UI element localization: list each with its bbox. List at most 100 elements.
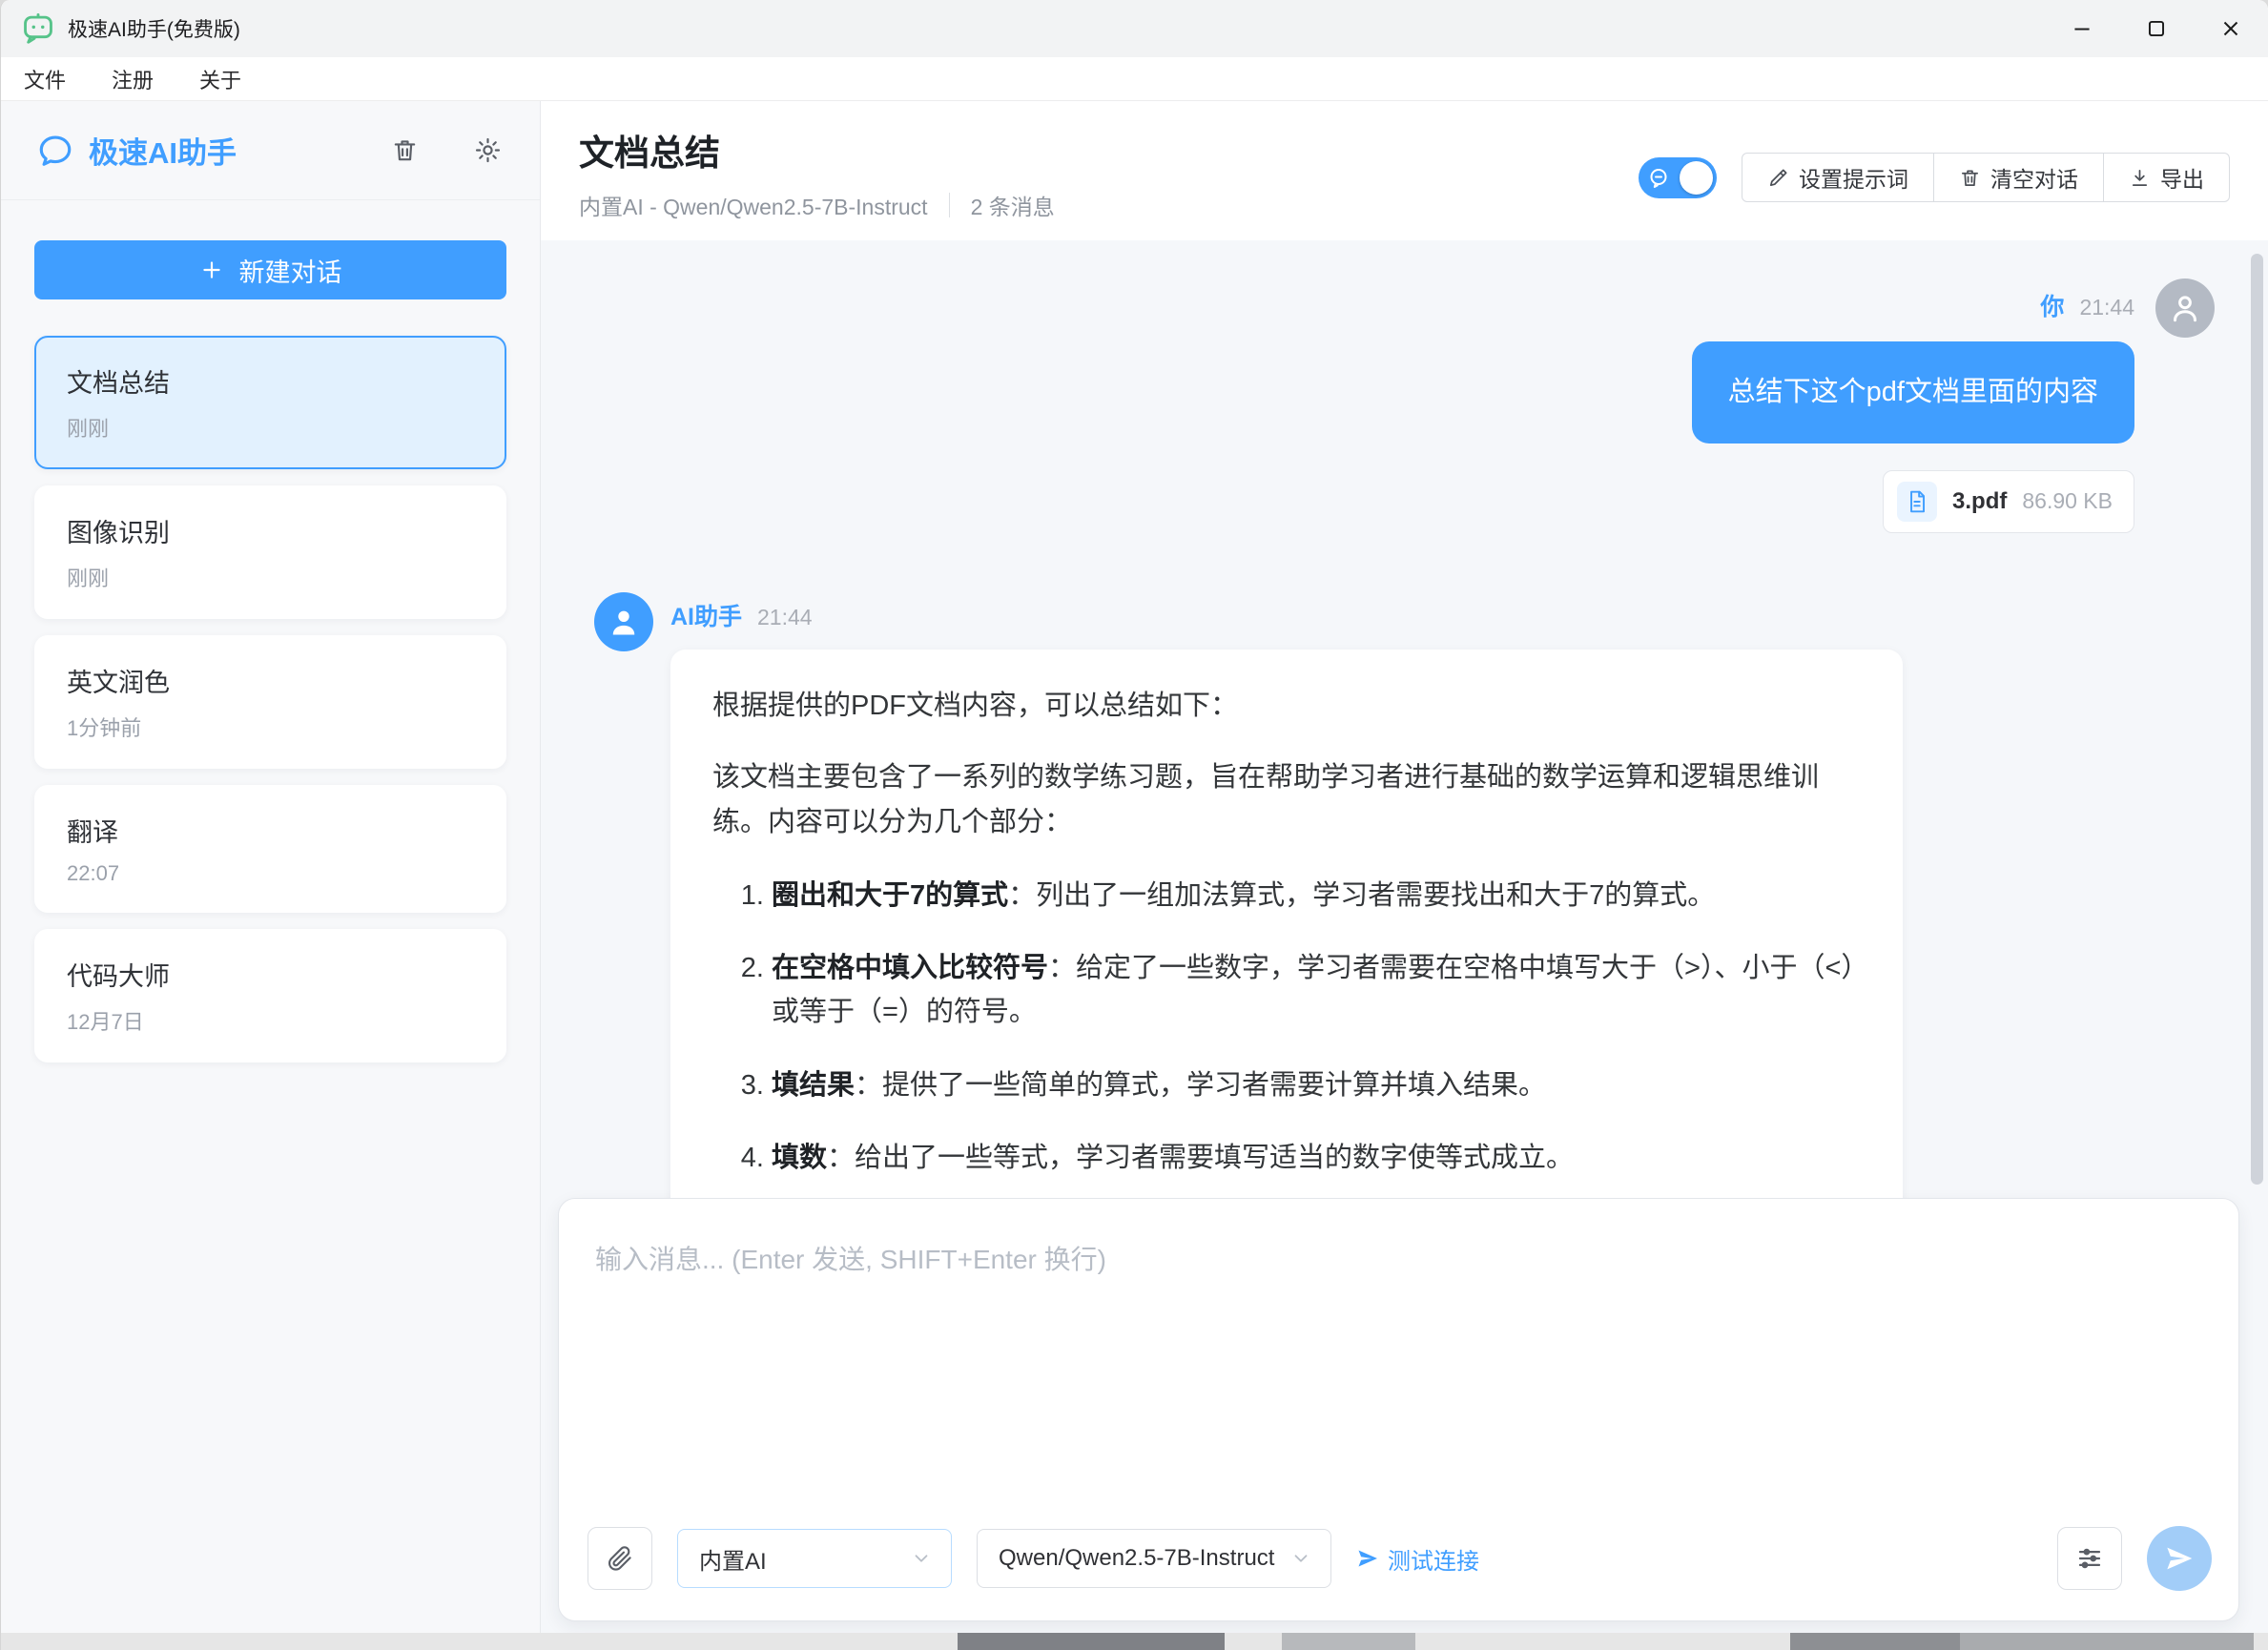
conversation-list: 文档总结 刚刚 图像识别 刚刚 英文润色 1分钟前 翻译 22:07 代码大师 xyxy=(34,336,506,1062)
attachment-icon-box xyxy=(1897,482,1937,522)
menu-register[interactable]: 注册 xyxy=(112,64,154,94)
ai-message-bubble: 根据提供的PDF文档内容，可以总结如下： 该文档主要包含了一系列的数学练习题，旨… xyxy=(670,650,1903,1198)
list-item-label: 填结果 xyxy=(772,1070,855,1101)
conversation-title: 英文润色 xyxy=(67,662,474,699)
provider-value: 内置AI xyxy=(699,1542,767,1576)
list-item-label: 在空格中填入比较符号 xyxy=(772,953,1048,983)
chat-scrollbar[interactable] xyxy=(2251,254,2263,1185)
taskbar-segment xyxy=(1282,1633,1415,1650)
window-title: 极速AI助手(免费版) xyxy=(68,14,240,43)
conversation-title: 代码大师 xyxy=(67,956,474,993)
window-controls xyxy=(2045,0,2268,57)
person-icon xyxy=(607,605,641,639)
ai-avatar xyxy=(594,592,653,651)
send-button[interactable] xyxy=(2147,1526,2212,1591)
conversation-item-image-recognition[interactable]: 图像识别 刚刚 xyxy=(34,485,506,619)
export-label: 导出 xyxy=(2160,161,2204,194)
list-item: 圈出和大于7的算式：列出了一组加法算式，学习者需要找出和大于7的算式。 xyxy=(772,874,1861,918)
taskbar-segment xyxy=(1790,1633,1960,1650)
paperclip-icon xyxy=(606,1544,634,1573)
chat-bubble-logo-icon xyxy=(37,133,73,169)
ai-paragraph-1: 根据提供的PDF文档内容，可以总结如下： xyxy=(712,684,1861,729)
header-actions: 设置提示词 清空对话 导出 xyxy=(1639,153,2230,202)
list-item-text: ：给出了一些等式，学习者需要填写适当的数字使等式成立。 xyxy=(827,1143,1574,1173)
model-value: Qwen/Qwen2.5-7B-Instruct xyxy=(999,1545,1274,1572)
set-prompt-button[interactable]: 设置提示词 xyxy=(1742,153,1934,202)
export-button[interactable]: 导出 xyxy=(2104,153,2230,202)
minimize-icon xyxy=(2070,16,2094,41)
attach-file-button[interactable] xyxy=(588,1527,652,1590)
clear-chat-button[interactable]: 清空对话 xyxy=(1934,153,2104,202)
ai-message: AI助手 21:44 根据提供的PDF文档内容，可以总结如下： 该文档主要包含了… xyxy=(594,592,2215,1198)
ai-paragraph-2: 该文档主要包含了一系列的数学练习题，旨在帮助学习者进行基础的数学运算和逻辑思维训… xyxy=(712,755,1861,845)
menubar: 文件 注册 关于 xyxy=(1,57,2268,101)
conversation-time: 22:07 xyxy=(67,861,474,886)
pencil-icon xyxy=(1767,167,1789,189)
taskbar-segment xyxy=(958,1633,1225,1650)
download-icon xyxy=(2129,167,2151,189)
attachment-chip[interactable]: 3.pdf 86.90 KB xyxy=(1883,470,2134,533)
chat-header: 文档总结 内置AI - Qwen/Qwen2.5-7B-Instruct 2 条… xyxy=(541,101,2268,240)
menu-file[interactable]: 文件 xyxy=(24,64,66,94)
list-item: 在空格中填入比较符号：给定了一些数字，学习者需要在空格中填写大于（>）、小于（<… xyxy=(772,946,1861,1035)
provider-select[interactable]: 内置AI xyxy=(677,1529,952,1588)
conversation-time: 刚刚 xyxy=(67,412,474,443)
person-icon xyxy=(2168,291,2202,325)
conversation-item-english-polish[interactable]: 英文润色 1分钟前 xyxy=(34,635,506,769)
ai-message-meta: AI助手 21:44 xyxy=(670,598,813,632)
list-item-label: 填数 xyxy=(772,1143,827,1173)
user-message-meta: 你 21:44 xyxy=(2040,288,2134,322)
subtitle-divider xyxy=(949,193,950,217)
new-chat-label: 新建对话 xyxy=(239,252,342,289)
message-input[interactable] xyxy=(559,1199,2238,1521)
conversation-title: 图像识别 xyxy=(67,512,474,549)
list-item: 填数：给出了一些等式，学习者需要填写适当的数字使等式成立。 xyxy=(772,1136,1861,1180)
conversation-item-translate[interactable]: 翻译 22:07 xyxy=(34,785,506,913)
test-connection-label: 测试连接 xyxy=(1388,1542,1479,1576)
menu-about[interactable]: 关于 xyxy=(199,64,241,94)
sidebar-header: 极速AI助手 xyxy=(1,101,540,200)
paper-plane-icon xyxy=(2164,1543,2195,1574)
chat-message-area: 你 21:44 总结下这个pdf文档里面的内容 3.pdf 86.90 K xyxy=(541,240,2268,1198)
new-chat-button[interactable]: 新建对话 xyxy=(34,240,506,299)
maximize-icon xyxy=(2144,16,2169,41)
list-item-label: 圈出和大于7的算式 xyxy=(772,880,1008,911)
conversation-title: 文档总结 xyxy=(67,362,474,400)
model-select[interactable]: Qwen/Qwen2.5-7B-Instruct xyxy=(977,1529,1331,1588)
document-icon xyxy=(1905,489,1929,514)
list-item-text: ：提供了一些简单的算式，学习者需要计算并填入结果。 xyxy=(855,1070,1546,1101)
conversation-item-doc-summary[interactable]: 文档总结 刚刚 xyxy=(34,336,506,469)
taskbar-segment xyxy=(1960,1633,2254,1650)
chat-title: 文档总结 xyxy=(579,124,1055,175)
conversation-time: 1分钟前 xyxy=(67,712,474,742)
conversation-time: 刚刚 xyxy=(67,562,474,592)
settings-button[interactable] xyxy=(474,136,502,164)
taskbar-sliver xyxy=(1,1633,2268,1650)
gear-icon xyxy=(474,136,502,164)
conversation-item-code-master[interactable]: 代码大师 12月7日 xyxy=(34,929,506,1062)
chevron-down-icon xyxy=(1290,1548,1311,1569)
attachment-name: 3.pdf xyxy=(1952,488,2007,515)
close-button[interactable] xyxy=(2194,0,2268,57)
chat-subtitle: 内置AI - Qwen/Qwen2.5-7B-Instruct 2 条消息 xyxy=(579,189,1055,221)
maximize-button[interactable] xyxy=(2119,0,2194,57)
main-panel: 文档总结 内置AI - Qwen/Qwen2.5-7B-Instruct 2 条… xyxy=(541,101,2268,1633)
message-count: 2 条消息 xyxy=(971,189,1055,221)
sidebar-app-title: 极速AI助手 xyxy=(89,129,237,172)
user-message: 你 21:44 总结下这个pdf文档里面的内容 3.pdf 86.90 K xyxy=(594,278,2215,533)
sidebar-actions xyxy=(391,136,502,164)
user-message-bubble: 总结下这个pdf文档里面的内容 xyxy=(1692,341,2134,443)
minimize-button[interactable] xyxy=(2045,0,2119,57)
list-item: 填结果：提供了一些简单的算式，学习者需要计算并填入结果。 xyxy=(772,1063,1861,1107)
paper-plane-icon xyxy=(1356,1547,1379,1570)
conversation-time: 12月7日 xyxy=(67,1005,474,1036)
ai-name: AI助手 xyxy=(670,598,742,632)
trash-icon xyxy=(1959,167,1981,189)
ai-summary-list: 圈出和大于7的算式：列出了一组加法算式，学习者需要找出和大于7的算式。 在空格中… xyxy=(712,874,1861,1181)
clear-conversations-button[interactable] xyxy=(391,136,419,164)
set-prompt-label: 设置提示词 xyxy=(1799,161,1908,194)
parameters-button[interactable] xyxy=(2057,1527,2122,1590)
test-connection-link[interactable]: 测试连接 xyxy=(1356,1542,1479,1576)
user-avatar xyxy=(2155,278,2215,338)
prompt-toggle-switch[interactable] xyxy=(1639,157,1717,198)
